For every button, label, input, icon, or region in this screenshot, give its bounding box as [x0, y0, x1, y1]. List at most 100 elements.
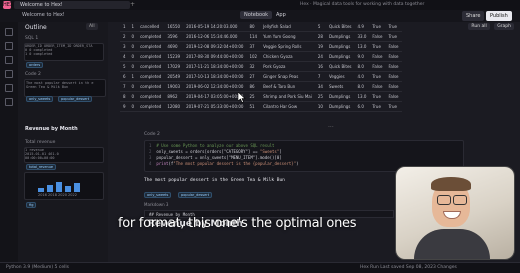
table-cell: 2019-07-21 05:33:00+00:00: [183, 101, 247, 112]
table-cell: completed: [137, 71, 165, 82]
table-cell: Dumplings: [325, 51, 355, 62]
variables-icon[interactable]: [5, 56, 13, 64]
tab-app[interactable]: App: [272, 11, 290, 19]
outline-title: Outline: [25, 24, 47, 31]
table-cell: 19003: [164, 81, 184, 92]
outline-filter-dropdown[interactable]: All: [86, 23, 98, 30]
run-all-button[interactable]: Run all: [468, 23, 490, 30]
outline-revenue-heading[interactable]: Revenue by Month: [25, 126, 78, 132]
video-caption: for format, this one's the optimal ones: [118, 216, 357, 231]
table-cell: False: [385, 81, 402, 92]
glasses-icon: [437, 195, 451, 205]
line-number: 1: [149, 143, 152, 148]
code-token: ): [296, 161, 299, 166]
table-cell: Veggies: [325, 71, 355, 82]
table-cell: 16: [314, 61, 326, 72]
code-token: # Use some Python to analyze our above S…: [156, 143, 275, 148]
history-icon[interactable]: [5, 84, 13, 92]
code-token: print: [156, 161, 169, 166]
table-row[interactable]: 7 0 completed 19003 2019-06-02 12:34:00+00:0…: [120, 81, 402, 92]
table-cell: False: [385, 61, 402, 72]
table-cell: 0: [128, 91, 138, 102]
table-cell: Dumplings: [325, 91, 355, 102]
table-row[interactable]: 9 0 completed 12080 2019-07-21 05:33:00+00:0…: [120, 101, 402, 112]
only-sweets-chip[interactable]: only_sweets: [26, 96, 54, 102]
table-cell: 0: [128, 51, 138, 62]
outline-code-output[interactable]: The most popular dessert in th e Green T…: [24, 79, 106, 97]
table-cell: Jellyfish Salad: [260, 22, 315, 32]
chart-bar: [56, 182, 62, 192]
outline-sql-preview[interactable]: ORDER_ID ORDER_ITEM_ID ORDER_STA 0 0 com…: [24, 43, 104, 61]
total-revenue-chip[interactable]: total_revenue: [26, 164, 57, 170]
glasses-icon: [453, 195, 467, 205]
only-sweets-output-chip[interactable]: only_sweets: [144, 192, 172, 198]
fig-chip[interactable]: fig: [26, 202, 37, 208]
browser-tab-welcome[interactable]: Welcome to Hex!: [14, 1, 130, 9]
popular-dessert-output-chip[interactable]: popular_dessert: [178, 192, 213, 198]
table-preview-time: 00:00:00+00:00: [25, 156, 55, 160]
line-number: 3: [149, 155, 152, 160]
settings-icon[interactable]: [5, 98, 13, 106]
line-number: 2: [149, 149, 152, 154]
outline-code-label[interactable]: Code 2: [25, 72, 41, 77]
table-cell: Dumplings: [325, 101, 355, 112]
kernel-status[interactable]: Python 3.9 (Medium) 5 cells: [6, 265, 69, 270]
table-cell: 13.0: [354, 41, 370, 52]
table-cell: 1: [128, 71, 138, 82]
table-cell: 1: [128, 22, 138, 32]
run-toolbar: Run all Graph: [465, 23, 514, 30]
code-cell-label[interactable]: Code 2: [144, 132, 160, 137]
table-cell: 34: [314, 81, 326, 92]
table-cell: 51: [246, 101, 261, 112]
table-row[interactable]: 3 0 completed 4690 2019-12-08 09:32:04+00:00…: [120, 41, 402, 52]
outline-table-preview[interactable]: 1 revenue 2015-01-01 461.0 00:00:00+00:0…: [24, 147, 104, 163]
address-bar[interactable]: Hex · Magical data tools for working wit…: [300, 1, 480, 9]
share-button[interactable]: Share: [462, 11, 485, 21]
table-cell: completed: [137, 31, 165, 42]
outline-icon[interactable]: [5, 28, 13, 36]
table-cell: 6: [120, 71, 129, 82]
table-cell: 19: [314, 41, 326, 52]
table-row[interactable]: 8 0 completed 8962 2019-04-17 03:05:00+00:00…: [120, 91, 402, 102]
table-cell: 2019-06-02 12:34:00+00:00: [183, 81, 247, 92]
tab-notebook[interactable]: Notebook: [240, 11, 273, 19]
outline-sql-label[interactable]: SQL 1: [25, 36, 38, 41]
sql-preview-row: 1 0 completed: [25, 52, 53, 56]
publish-button[interactable]: Publish: [486, 11, 512, 21]
table-row[interactable]: 1 1 cancelled 16550 2016-05-19 14:20:03.000 8…: [120, 22, 402, 32]
table-row[interactable]: 5 0 completed 17029 2017-11-21 18:34:00+00:0…: [120, 61, 402, 72]
project-title[interactable]: Welcome to Hex!: [22, 12, 65, 18]
table-row[interactable]: 4 0 completed 15239 2017-08-30 09:44:00+00:0…: [120, 51, 402, 62]
cursor-arrow-icon: [237, 91, 246, 103]
table-cell: 2019-04-17 03:05:00+00:00: [183, 91, 247, 102]
table-cell: Quick Bites: [325, 22, 355, 32]
table-cell: 8962: [164, 91, 184, 102]
outline-chart-years: 2016 2018 2020 2022: [38, 193, 77, 197]
table-cell: True: [369, 41, 386, 52]
presenter-shirt: [414, 229, 490, 259]
markdown-cell-label[interactable]: Markdown 3: [144, 202, 168, 207]
orders-variable-chip[interactable]: orders: [26, 62, 44, 68]
table-cell: True: [369, 101, 386, 112]
new-tab-icon[interactable]: +: [130, 1, 140, 9]
table-cell: Dumplings: [325, 41, 355, 52]
table-cell: cancelled: [137, 22, 165, 32]
components-icon[interactable]: [5, 70, 13, 78]
presenter-webcam-overlay: [395, 166, 515, 260]
table-cell: 2017-10-13 18:34:00+00:00: [183, 71, 247, 82]
graph-button[interactable]: Graph: [494, 23, 514, 30]
table-cell: 0: [128, 81, 138, 92]
table-cell: completed: [137, 61, 165, 72]
table-cell: False: [369, 61, 386, 72]
table-row[interactable]: 2 0 completed 3596 2016-12-06 15:34:46.000 11…: [120, 31, 402, 42]
popular-dessert-chip[interactable]: popular_dessert: [58, 96, 93, 102]
outline-table-label[interactable]: Total revenue: [25, 140, 55, 145]
table-cell: 2016-05-19 14:20:03.000: [183, 22, 247, 32]
data-sources-icon[interactable]: [5, 42, 13, 50]
line-number: 4: [149, 161, 152, 166]
table-cell: 5: [314, 22, 326, 32]
hex-logo: HEX: [3, 1, 14, 9]
table-cell: completed: [137, 81, 165, 92]
more-rows-indicator: ···: [328, 124, 334, 131]
table-row[interactable]: 6 1 completed 20549 2017-10-13 18:34:00+00:0…: [120, 71, 402, 82]
